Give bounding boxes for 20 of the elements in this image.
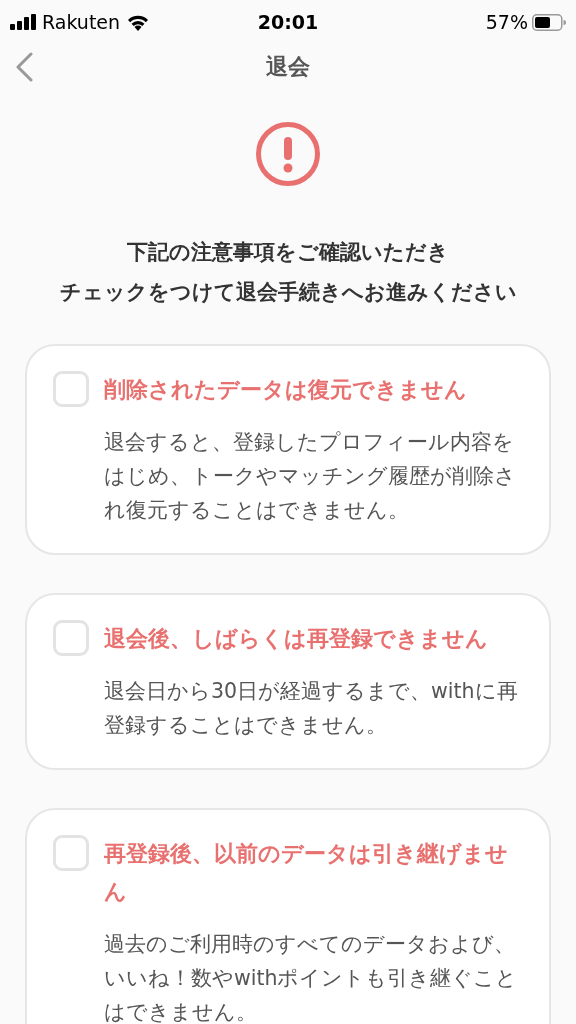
instruction-text: 下記の注意事項をご確認いただき xyxy=(127,239,449,266)
checkbox[interactable] xyxy=(53,835,89,871)
warning-icon xyxy=(256,122,320,186)
signal-icon xyxy=(10,14,36,30)
notice-text: 過去のご利用時のすべてのデータおよび、いいね！数やwithポイントも引き継ぐことはできません。 xyxy=(104,931,519,1024)
instruction-text: チェックをつけて退会手続きへお進みください xyxy=(59,279,517,306)
wifi-icon xyxy=(126,13,151,31)
checkbox[interactable] xyxy=(53,371,89,407)
battery-percent: 57% xyxy=(485,9,528,35)
clock-time: 20:01 xyxy=(257,9,319,35)
notice-text: 退会日から30日が経過するまで、withに再登録することはできません。 xyxy=(104,678,519,739)
notice-title: 削除されたデータは復元できません xyxy=(104,376,468,404)
carrier-name: Rakuten xyxy=(42,9,121,35)
notice-text: 退会すると、登録したプロフィール内容をはじめ、トークやマッチング履歴が削除され復元することはできません。 xyxy=(104,429,517,524)
back-chevron-icon xyxy=(15,52,33,82)
page-title: 退会 xyxy=(266,52,310,81)
checkbox[interactable] xyxy=(53,620,89,656)
notice-title: 再登録後、以前のデータは引き継げません xyxy=(104,840,509,906)
battery-icon xyxy=(532,13,566,31)
notice-title: 退会後、しばらくは再登録できません xyxy=(104,625,489,653)
